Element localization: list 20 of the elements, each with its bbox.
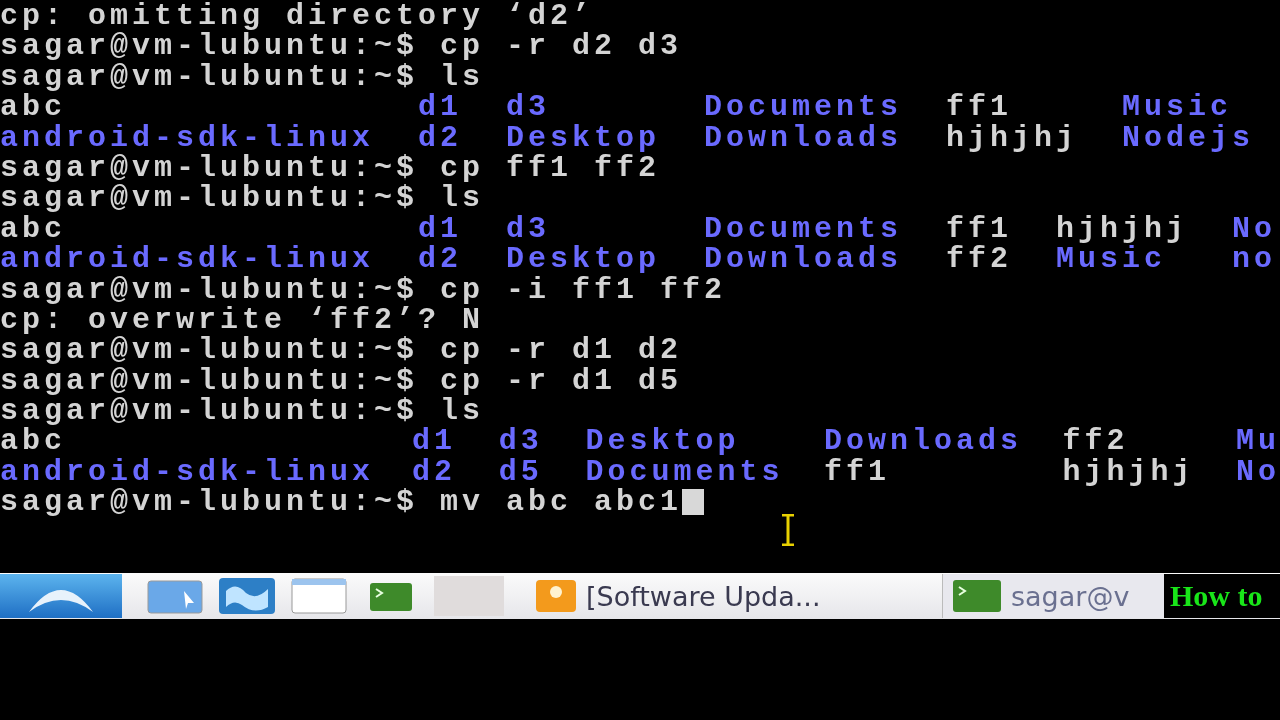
command-line: sagar@vm-lubuntu:~$ cp -r d1 d5 (0, 365, 683, 397)
command-line: sagar@vm-lubuntu:~$ cp -r d2 d3 (0, 31, 683, 62)
start-button[interactable] (0, 574, 122, 618)
command-line: sagar@vm-lubuntu:~$ ls (0, 183, 485, 214)
command-line: sagar@vm-lubuntu:~$ ls (0, 61, 485, 93)
output-line: cp: overwrite ‘ff2’? N (0, 304, 485, 336)
terminal-icon (951, 578, 1003, 614)
app-icon (534, 578, 578, 614)
taskbar-button[interactable]: sagar@v (942, 574, 1164, 618)
caption-overlay: How to (1164, 574, 1280, 618)
command-line: sagar@vm-lubuntu:~$ cp -i ff1 ff2 (0, 274, 727, 305)
globe-icon[interactable] (218, 577, 276, 615)
command-line: sagar@vm-lubuntu:~$ ls (0, 396, 485, 427)
command-line: sagar@vm-lubuntu:~$ mv abc abc1 (0, 487, 683, 518)
output-line: cp: omitting directory ‘d2’ (0, 1, 595, 32)
text-cursor-icon (780, 514, 796, 546)
folder-icon[interactable] (146, 577, 204, 615)
taskbar-button[interactable]: [Software Upda... (532, 574, 922, 618)
command-line: sagar@vm-lubuntu:~$ cp ff1 ff2 (0, 152, 661, 184)
command-line: sagar@vm-lubuntu:~$ cp -r d1 d2 (0, 335, 683, 366)
